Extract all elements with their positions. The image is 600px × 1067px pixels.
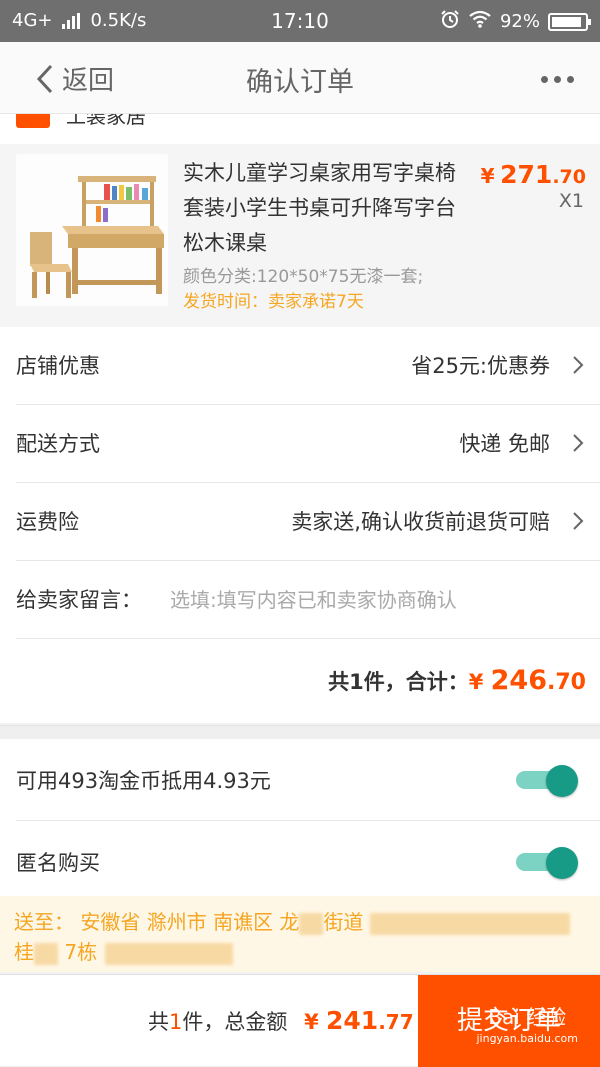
store-discount-label: 店铺优惠 bbox=[16, 354, 100, 378]
message-label: 给卖家留言： bbox=[16, 588, 142, 612]
more-menu-button[interactable] bbox=[541, 76, 574, 83]
shop-header[interactable]: 工装家居 bbox=[0, 114, 600, 144]
battery-icon bbox=[548, 12, 591, 31]
checkout-bar: 共1件，总金额 ¥ 241.77 提交订单 Bai 经验 jingyan.bai… bbox=[0, 974, 600, 1067]
address-line-1: 送至： 安徽省 滁州市 南谯区 龙街道 bbox=[14, 906, 570, 935]
address-banner[interactable]: 送至： 安徽省 滁州市 南谯区 龙街道 桂 7栋 bbox=[0, 896, 600, 972]
store-discount-value: 省25元:优惠券 bbox=[411, 354, 550, 378]
coins-label: 可用493淘金币抵用4.93元 bbox=[16, 769, 271, 793]
insurance-label: 运费险 bbox=[16, 510, 79, 534]
dot-icon bbox=[541, 76, 548, 83]
redacted-text bbox=[369, 912, 570, 935]
alarm-icon bbox=[440, 9, 460, 34]
subtotal-row: 共1件，合计：¥ 246.70 bbox=[0, 639, 600, 723]
page-title: 确认订单 bbox=[246, 67, 354, 98]
nav-bar: 返回 确认订单 bbox=[0, 42, 600, 114]
subtotal-text: 共1件，合计：¥ 246.70 bbox=[328, 665, 586, 696]
coins-toggle[interactable] bbox=[516, 765, 578, 797]
dot-icon bbox=[567, 76, 574, 83]
shipping-time: 发货时间：卖家承诺7天 bbox=[183, 292, 364, 312]
product-image[interactable] bbox=[16, 154, 168, 306]
submit-order-button[interactable]: 提交订单 Bai 经验 jingyan.baidu.com bbox=[418, 975, 600, 1067]
seller-message-row: 给卖家留言： 选填:填写内容已和卖家协商确认 bbox=[16, 561, 600, 639]
battery-percent: 92% bbox=[499, 11, 540, 32]
shipping-insurance-row[interactable]: 运费险 卖家送,确认收货前退货可赔 bbox=[16, 483, 600, 561]
dot-icon bbox=[554, 76, 561, 83]
watermark: Bai 经验 jingyan.baidu.com bbox=[476, 1005, 578, 1045]
section-divider bbox=[0, 725, 600, 739]
shop-logo-icon bbox=[16, 114, 50, 128]
product-price: ¥ 271.70 bbox=[480, 160, 586, 189]
redacted-text bbox=[105, 942, 234, 965]
toggle-options: 可用493淘金币抵用4.93元 匿名购买 bbox=[0, 739, 600, 903]
chevron-right-icon bbox=[573, 356, 584, 374]
coins-row: 可用493淘金币抵用4.93元 bbox=[16, 739, 600, 821]
redacted-text bbox=[299, 912, 324, 935]
insurance-value: 卖家送,确认收货前退货可赔 bbox=[291, 510, 550, 534]
subtotal-amount: ¥ 246.70 bbox=[468, 665, 586, 696]
product-quantity: X1 bbox=[558, 190, 584, 212]
product-sku: 颜色分类:120*50*75无漆一套; bbox=[183, 267, 424, 287]
total-amount: ¥ 241.77 bbox=[304, 1006, 414, 1035]
redacted-text bbox=[34, 942, 58, 965]
status-bar: 4G+ 0.5K/s 17:10 92% bbox=[0, 0, 600, 42]
delivery-label: 配送方式 bbox=[16, 432, 100, 456]
chevron-right-icon bbox=[573, 434, 584, 452]
battery-fill bbox=[552, 16, 582, 27]
message-input[interactable]: 选填:填写内容已和卖家协商确认 bbox=[170, 584, 457, 613]
anonymous-row: 匿名购买 bbox=[16, 821, 600, 903]
anonymous-label: 匿名购买 bbox=[16, 851, 100, 875]
address-line-2: 桂 7栋 bbox=[14, 936, 234, 965]
wifi-icon bbox=[468, 10, 492, 33]
delivery-value: 快递 免邮 bbox=[459, 432, 550, 456]
chevron-right-icon bbox=[573, 512, 584, 530]
total-summary: 共1件，总金额 ¥ 241.77 bbox=[148, 1006, 414, 1035]
product-title: 实木儿童学习桌家用写字桌椅套装小学生书桌可升降写字台松木课桌 bbox=[183, 161, 456, 255]
order-options: 店铺优惠 省25元:优惠券 配送方式 快递 免邮 运费险 卖家送,确认收货前退货… bbox=[0, 327, 600, 723]
anonymous-toggle[interactable] bbox=[516, 847, 578, 879]
store-discount-row[interactable]: 店铺优惠 省25元:优惠券 bbox=[16, 327, 600, 405]
product-item[interactable]: 实木儿童学习桌家用写字桌椅套装小学生书桌可升降写字台松木课桌 颜色分类:120*… bbox=[0, 144, 600, 327]
shop-name: 工装家居 bbox=[66, 114, 146, 128]
delivery-method-row[interactable]: 配送方式 快递 免邮 bbox=[16, 405, 600, 483]
